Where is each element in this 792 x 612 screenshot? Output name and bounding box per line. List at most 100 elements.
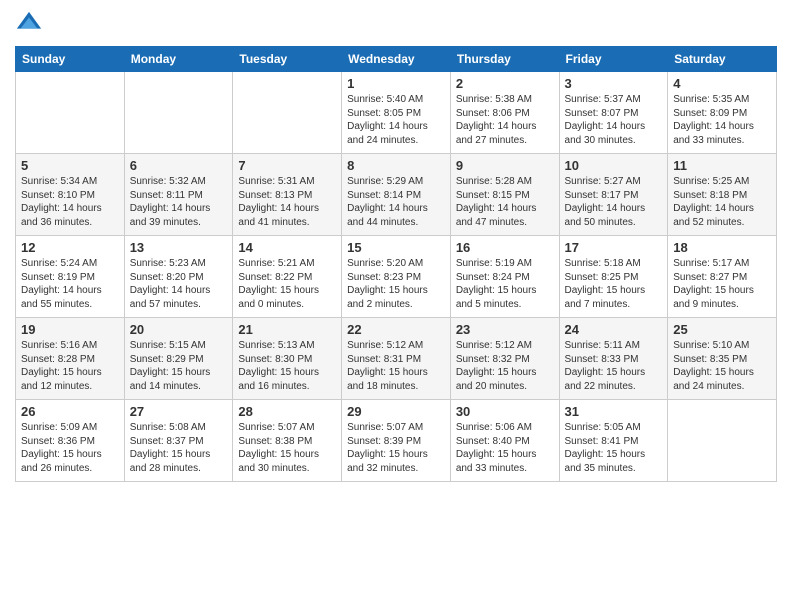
calendar-cell [668,400,777,482]
day-info: Sunrise: 5:06 AM Sunset: 8:40 PM Dayligh… [456,421,554,475]
calendar-cell: 11 Sunrise: 5:25 AM Sunset: 8:18 PM Dayli… [668,154,777,236]
day-info: Sunrise: 5:25 AM Sunset: 8:18 PM Dayligh… [673,175,771,229]
calendar-cell: 21Sunrise: 5:13 AM Sunset: 8:30 PM Dayli… [233,318,342,400]
calendar-cell [124,72,233,154]
day-info: Sunrise: 5:35 AM Sunset: 8:09 PM Dayligh… [673,93,771,147]
calendar-cell [233,72,342,154]
day-number: 15 [347,240,445,255]
calendar-cell: 9 Sunrise: 5:28 AM Sunset: 8:15 PM Daylig… [450,154,559,236]
day-info: Sunrise: 5:32 AM Sunset: 8:11 PM Dayligh… [130,175,228,229]
day-info: Sunrise: 5:34 AM Sunset: 8:10 PM Dayligh… [21,175,119,229]
calendar-cell: 31 Sunrise: 5:05 AM Sunset: 8:41 PM Dayli… [559,400,668,482]
day-number: 29 [347,404,445,419]
day-number: 1 [347,76,445,91]
calendar-cell: 7Sunrise: 5:31 AM Sunset: 8:13 PM Daylig… [233,154,342,236]
day-info: Sunrise: 5:38 AM Sunset: 8:06 PM Dayligh… [456,93,554,147]
day-info: Sunrise: 5:28 AM Sunset: 8:15 PM Dayligh… [456,175,554,229]
day-number: 16 [456,240,554,255]
day-number: 5 [21,158,119,173]
day-info: Sunrise: 5:12 AM Sunset: 8:31 PM Dayligh… [347,339,445,393]
day-info: Sunrise: 5:17 AM Sunset: 8:27 PM Dayligh… [673,257,771,311]
calendar-cell: 12 Sunrise: 5:24 AM Sunset: 8:19 PM Dayli… [16,236,125,318]
day-number: 6 [130,158,228,173]
day-number: 10 [565,158,663,173]
weekday-header-wednesday: Wednesday [342,47,451,72]
calendar-cell: 13 Sunrise: 5:23 AM Sunset: 8:20 PM Dayli… [124,236,233,318]
calendar-cell: 10 Sunrise: 5:27 AM Sunset: 8:17 PM Dayli… [559,154,668,236]
calendar-cell: 18 Sunrise: 5:17 AM Sunset: 8:27 PM Dayli… [668,236,777,318]
day-info: Sunrise: 5:16 AM Sunset: 8:28 PM Dayligh… [21,339,119,393]
day-number: 20 [130,322,228,337]
day-number: 22 [347,322,445,337]
weekday-header-saturday: Saturday [668,47,777,72]
day-info: Sunrise: 5:24 AM Sunset: 8:19 PM Dayligh… [21,257,119,311]
calendar-week-row: 5 Sunrise: 5:34 AM Sunset: 8:10 PM Daylig… [16,154,777,236]
calendar-week-row: 1 Sunrise: 5:40 AM Sunset: 8:05 PM Daylig… [16,72,777,154]
day-info: Sunrise: 5:12 AM Sunset: 8:32 PM Dayligh… [456,339,554,393]
calendar-cell: 16 Sunrise: 5:19 AM Sunset: 8:24 PM Dayli… [450,236,559,318]
day-info: Sunrise: 5:29 AM Sunset: 8:14 PM Dayligh… [347,175,445,229]
weekday-header-friday: Friday [559,47,668,72]
page-container: SundayMondayTuesdayWednesdayThursdayFrid… [0,0,792,492]
calendar-cell: 1 Sunrise: 5:40 AM Sunset: 8:05 PM Daylig… [342,72,451,154]
day-number: 13 [130,240,228,255]
calendar-cell: 19Sunrise: 5:16 AM Sunset: 8:28 PM Dayli… [16,318,125,400]
header [15,10,777,38]
day-number: 27 [130,404,228,419]
day-number: 26 [21,404,119,419]
calendar-week-row: 12 Sunrise: 5:24 AM Sunset: 8:19 PM Dayli… [16,236,777,318]
day-info: Sunrise: 5:08 AM Sunset: 8:37 PM Dayligh… [130,421,228,475]
day-info: Sunrise: 5:10 AM Sunset: 8:35 PM Dayligh… [673,339,771,393]
day-info: Sunrise: 5:21 AM Sunset: 8:22 PM Dayligh… [238,257,336,311]
weekday-header-sunday: Sunday [16,47,125,72]
day-info: Sunrise: 5:19 AM Sunset: 8:24 PM Dayligh… [456,257,554,311]
day-number: 9 [456,158,554,173]
day-number: 4 [673,76,771,91]
day-info: Sunrise: 5:07 AM Sunset: 8:38 PM Dayligh… [238,421,336,475]
day-info: Sunrise: 5:27 AM Sunset: 8:17 PM Dayligh… [565,175,663,229]
calendar-cell: 25Sunrise: 5:10 AM Sunset: 8:35 PM Dayli… [668,318,777,400]
day-number: 12 [21,240,119,255]
calendar-cell: 28 Sunrise: 5:07 AM Sunset: 8:38 PM Dayli… [233,400,342,482]
calendar-cell: 5 Sunrise: 5:34 AM Sunset: 8:10 PM Daylig… [16,154,125,236]
calendar-cell: 26 Sunrise: 5:09 AM Sunset: 8:36 PM Dayli… [16,400,125,482]
calendar-cell: 15 Sunrise: 5:20 AM Sunset: 8:23 PM Dayli… [342,236,451,318]
day-number: 18 [673,240,771,255]
day-number: 17 [565,240,663,255]
day-number: 8 [347,158,445,173]
calendar-cell: 24 Sunrise: 5:11 AM Sunset: 8:33 PM Dayli… [559,318,668,400]
calendar-cell: 30 Sunrise: 5:06 AM Sunset: 8:40 PM Dayli… [450,400,559,482]
calendar-cell: 2Sunrise: 5:38 AM Sunset: 8:06 PM Daylig… [450,72,559,154]
day-info: Sunrise: 5:31 AM Sunset: 8:13 PM Dayligh… [238,175,336,229]
day-number: 31 [565,404,663,419]
day-info: Sunrise: 5:37 AM Sunset: 8:07 PM Dayligh… [565,93,663,147]
calendar-cell: 8 Sunrise: 5:29 AM Sunset: 8:14 PM Daylig… [342,154,451,236]
day-number: 30 [456,404,554,419]
day-number: 11 [673,158,771,173]
day-info: Sunrise: 5:40 AM Sunset: 8:05 PM Dayligh… [347,93,445,147]
day-info: Sunrise: 5:05 AM Sunset: 8:41 PM Dayligh… [565,421,663,475]
calendar-table: SundayMondayTuesdayWednesdayThursdayFrid… [15,46,777,482]
day-number: 24 [565,322,663,337]
calendar-cell: 6 Sunrise: 5:32 AM Sunset: 8:11 PM Daylig… [124,154,233,236]
weekday-header-tuesday: Tuesday [233,47,342,72]
calendar-cell: 22 Sunrise: 5:12 AM Sunset: 8:31 PM Dayli… [342,318,451,400]
calendar-cell: 23 Sunrise: 5:12 AM Sunset: 8:32 PM Dayli… [450,318,559,400]
day-info: Sunrise: 5:07 AM Sunset: 8:39 PM Dayligh… [347,421,445,475]
day-info: Sunrise: 5:18 AM Sunset: 8:25 PM Dayligh… [565,257,663,311]
logo-icon [15,10,43,38]
calendar-cell: 20 Sunrise: 5:15 AM Sunset: 8:29 PM Dayli… [124,318,233,400]
day-number: 21 [238,322,336,337]
day-info: Sunrise: 5:20 AM Sunset: 8:23 PM Dayligh… [347,257,445,311]
calendar-cell: 29 Sunrise: 5:07 AM Sunset: 8:39 PM Dayli… [342,400,451,482]
day-number: 28 [238,404,336,419]
day-number: 23 [456,322,554,337]
weekday-header-thursday: Thursday [450,47,559,72]
day-info: Sunrise: 5:15 AM Sunset: 8:29 PM Dayligh… [130,339,228,393]
calendar-cell [16,72,125,154]
day-number: 14 [238,240,336,255]
day-info: Sunrise: 5:11 AM Sunset: 8:33 PM Dayligh… [565,339,663,393]
day-info: Sunrise: 5:09 AM Sunset: 8:36 PM Dayligh… [21,421,119,475]
day-info: Sunrise: 5:23 AM Sunset: 8:20 PM Dayligh… [130,257,228,311]
weekday-header-row: SundayMondayTuesdayWednesdayThursdayFrid… [16,47,777,72]
